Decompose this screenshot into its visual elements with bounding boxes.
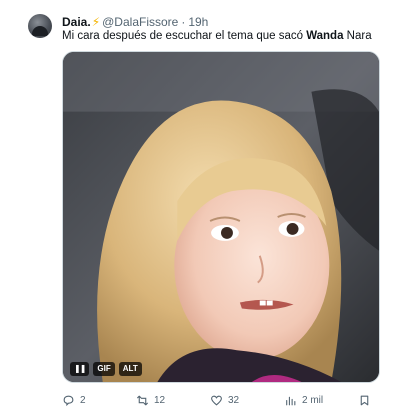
pause-button[interactable]: ❚❚	[70, 362, 90, 376]
gif-frame-illustration	[63, 52, 379, 382]
separator-dot: ·	[181, 15, 186, 29]
views-button[interactable]: 2 mil	[284, 392, 323, 408]
gif-badge: GIF	[93, 362, 115, 376]
reply-count: 2	[80, 394, 86, 406]
retweet-icon	[137, 395, 148, 405]
lightning-emoji: ⚡	[91, 15, 101, 29]
bookmark-button[interactable]	[358, 392, 371, 408]
like-button[interactable]: 32	[210, 392, 239, 408]
like-count: 32	[228, 394, 240, 406]
reply-button[interactable]: 2	[62, 392, 86, 408]
display-name[interactable]: Daia.	[62, 15, 91, 29]
gif-media[interactable]	[62, 51, 380, 383]
tweet-text: Mi cara después de escuchar el tema que …	[62, 30, 372, 42]
tweet-text-bold: Wanda	[306, 30, 344, 42]
alt-badge[interactable]: ALT	[118, 362, 142, 376]
tweet-text-end: Nara	[343, 30, 372, 42]
retweet-button[interactable]: 12	[136, 392, 165, 408]
retweet-count: 12	[154, 394, 166, 406]
reply-icon	[63, 395, 74, 406]
tweet[interactable]: Daia. ⚡ @DalaFissore · 19h Mi cara despu…	[0, 0, 420, 420]
tweet-header: Daia. ⚡ @DalaFissore · 19h	[62, 14, 208, 30]
user-handle[interactable]: @DalaFissore	[102, 15, 178, 29]
avatar[interactable]	[28, 14, 52, 38]
media-badges: ❚❚ GIF ALT	[70, 362, 142, 376]
tweet-text-start: Mi cara después de escuchar el tema que …	[62, 30, 307, 42]
views-count: 2 mil	[302, 394, 324, 406]
views-icon	[286, 396, 296, 405]
action-bar: 2 12 32 2 mil	[62, 392, 392, 408]
heart-icon	[211, 395, 222, 406]
timestamp[interactable]: 19h	[188, 15, 208, 29]
bookmark-icon	[360, 395, 369, 405]
